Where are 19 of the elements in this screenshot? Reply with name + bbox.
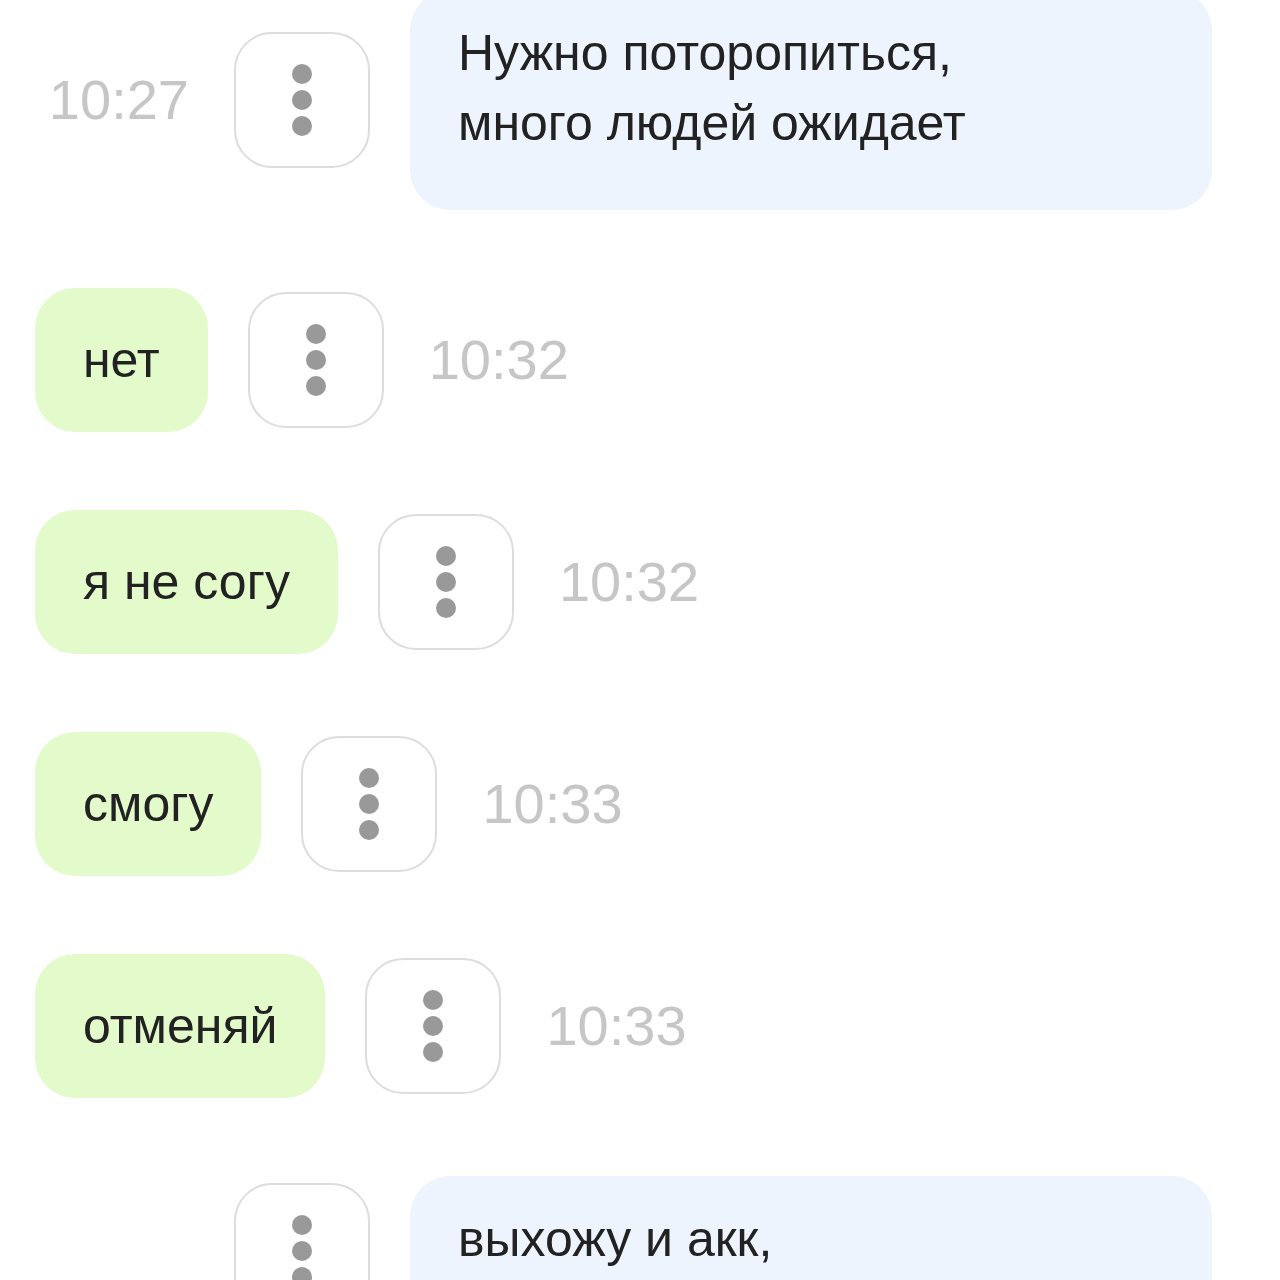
more-button[interactable] bbox=[377, 514, 514, 650]
message-bubble: отменяй bbox=[35, 954, 326, 1098]
message-time: 10:32 bbox=[428, 327, 569, 393]
more-button[interactable] bbox=[247, 292, 384, 428]
message-bubble: Нужно поторопиться, много людей ожидает bbox=[410, 0, 1212, 210]
message-bubble: я не согу bbox=[35, 510, 338, 654]
more-button[interactable] bbox=[234, 32, 370, 168]
message-bubble: выхожу и акк, bbox=[410, 1176, 1212, 1280]
more-icon bbox=[289, 1214, 315, 1280]
more-button[interactable] bbox=[365, 958, 502, 1094]
message-time: 10:32 bbox=[558, 549, 700, 615]
message-time: 10:33 bbox=[482, 771, 623, 837]
more-button[interactable] bbox=[301, 736, 438, 872]
message-time: 10:27 bbox=[48, 67, 189, 133]
message-time: 10:33 bbox=[546, 993, 687, 1059]
message-bubble: смогу bbox=[35, 732, 262, 876]
more-icon bbox=[289, 63, 315, 137]
message-bubble: нет bbox=[35, 288, 208, 432]
more-button[interactable] bbox=[234, 1183, 370, 1280]
